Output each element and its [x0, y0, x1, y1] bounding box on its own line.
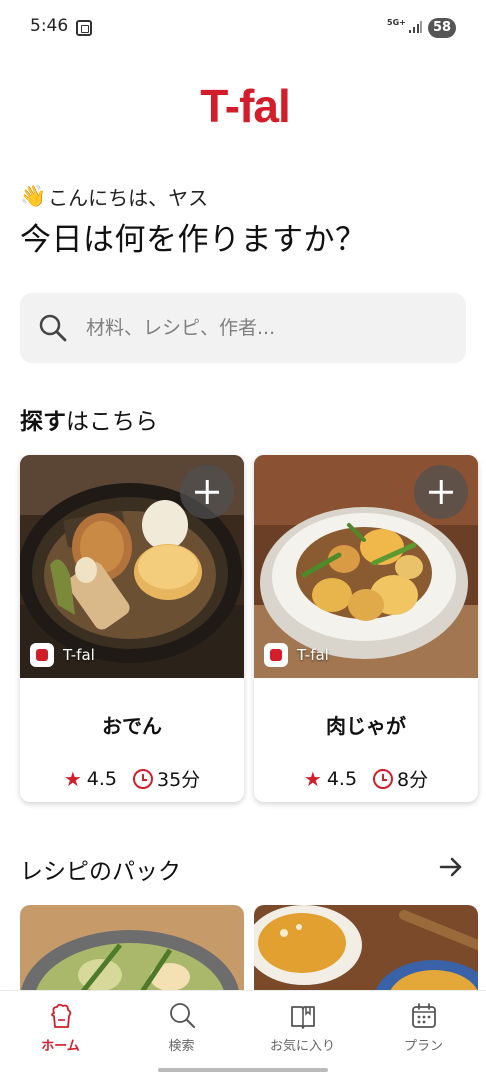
recipe-packs-title: レシピのパック — [20, 859, 181, 885]
screen-capture-icon — [76, 20, 92, 36]
recipe-time: 8分 — [397, 769, 429, 791]
search-icon — [169, 1003, 195, 1028]
recipe-brand: T-fal — [264, 643, 329, 667]
nav-label-search: 検索 — [168, 1039, 195, 1054]
recipe-time: 35分 — [156, 769, 201, 791]
star-icon: ★ — [63, 766, 82, 791]
bottom-navigation: ホーム 検索 お気に入り プラン — [0, 990, 486, 1080]
recipe-pack-card[interactable] — [20, 905, 244, 995]
brand-name: T-fal — [297, 646, 329, 664]
greeting-hello: 👋 こんにちは、ヤス — [20, 182, 208, 211]
search-bar[interactable] — [20, 293, 466, 363]
recipe-pack-card[interactable] — [254, 905, 478, 995]
star-icon: ★ — [303, 766, 322, 791]
explore-title-rest: はこちら — [66, 409, 158, 435]
recipe-card[interactable]: T-fal 肉じゃが ★ 4.5 8分 — [254, 455, 478, 802]
status-bar: 5:46 5G+ 58 — [0, 0, 486, 56]
tfal-brand-icon — [30, 643, 54, 667]
nav-label-home: ホーム — [41, 1039, 80, 1054]
clock-icon — [373, 768, 394, 789]
waving-hand-icon: 👋 — [20, 184, 47, 208]
greeting-question: 今日は何を作りますか？ — [20, 222, 367, 258]
arrow-right-icon[interactable] — [438, 854, 464, 880]
nav-item-home[interactable]: ホーム — [0, 1001, 121, 1054]
recipe-brand: T-fal — [30, 643, 95, 667]
status-time: 5:46 — [30, 16, 69, 36]
nav-label-favorites: お気に入り — [269, 1039, 335, 1054]
nav-item-search[interactable]: 検索 — [121, 1001, 242, 1054]
nav-item-plan[interactable]: プラン — [363, 1001, 484, 1054]
calendar-icon — [411, 1003, 436, 1028]
tfal-brand-icon — [264, 643, 288, 667]
pack-pumpkin-soup-image — [254, 905, 478, 995]
add-to-favorites-button[interactable] — [414, 465, 468, 519]
svg-text:T-fal: T-fal — [200, 80, 290, 132]
network-type: 5G+ — [387, 18, 406, 27]
recipe-rating: 4.5 — [86, 767, 117, 790]
explore-section-title: 探すはこちら — [20, 402, 158, 436]
battery-indicator: 58 — [428, 18, 456, 38]
search-icon — [39, 314, 67, 342]
home-icon — [50, 1003, 71, 1028]
signal-icon — [409, 21, 422, 33]
recipe-title: おでん — [102, 714, 162, 738]
recipe-rating: 4.5 — [326, 767, 358, 790]
add-to-favorites-button[interactable] — [180, 465, 234, 519]
clock-icon — [132, 768, 153, 789]
recipe-title: 肉じゃが — [326, 714, 406, 738]
recipe-meta: ★ 4.5 8分 — [254, 765, 478, 792]
nav-item-favorites[interactable]: お気に入り — [242, 1001, 363, 1054]
pack-vegetable-stew-image — [20, 905, 244, 995]
search-input[interactable] — [86, 317, 446, 339]
tfal-logo: T-fal — [200, 80, 291, 132]
greeting-hello-text: こんにちは、ヤス — [48, 186, 209, 210]
book-icon — [290, 1006, 315, 1029]
brand-name: T-fal — [63, 646, 95, 664]
home-indicator[interactable] — [158, 1068, 328, 1072]
nav-label-plan: プラン — [403, 1039, 443, 1054]
explore-title-bold: 探す — [20, 409, 66, 435]
recipe-card[interactable]: T-fal おでん ★ 4.5 35分 — [20, 455, 244, 802]
recipe-meta: ★ 4.5 35分 — [20, 765, 244, 792]
